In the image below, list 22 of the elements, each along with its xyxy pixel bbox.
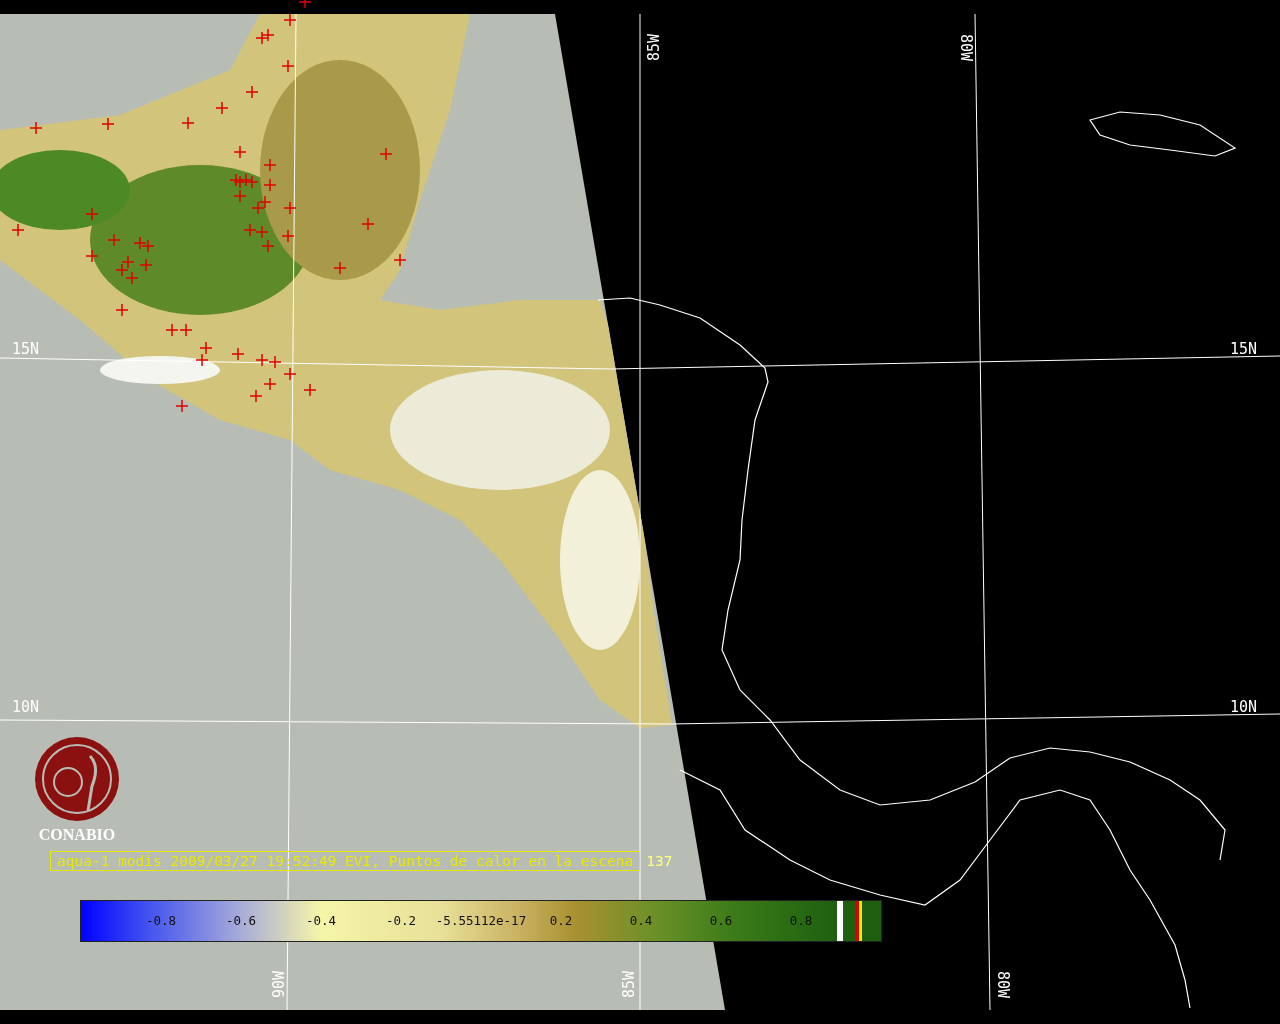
caption-text: aqua-1 modis 2009/03/27 19:52:49 EVI, Puntos de calor en la escena xyxy=(50,851,641,871)
latitude-label: 15N xyxy=(12,342,40,357)
longitude-label: 80W xyxy=(995,970,1011,999)
colorbar-tick-label: 0.6 xyxy=(709,913,733,928)
colorbar-tick-label: -0.2 xyxy=(385,913,417,928)
colorbar-tick-label: 0.2 xyxy=(549,913,573,928)
latitude-label: 15N xyxy=(1230,342,1258,357)
longitude-label: 85W xyxy=(647,33,663,62)
colorbar-tick-label: -0.8 xyxy=(145,913,177,928)
colorbar-tick-label: 0.8 xyxy=(789,913,813,928)
colorbar-tick-label: 0.4 xyxy=(629,913,653,928)
logo-text: CONABIO xyxy=(38,826,116,844)
colorbar-tick-label: -0.4 xyxy=(305,913,337,928)
colorbar-tick-label: -0.6 xyxy=(225,913,257,928)
longitude-label: 85W xyxy=(622,970,638,999)
latitude-label: 10N xyxy=(12,700,40,715)
hotspot-count: 137 xyxy=(646,853,673,869)
colorbar-tick-label: -5.55112e-17 xyxy=(435,913,527,928)
logo-icon xyxy=(34,736,120,822)
longitude-label: 90W xyxy=(272,970,288,999)
latitude-label: 10N xyxy=(1230,700,1258,715)
longitude-label: 80W xyxy=(958,33,974,62)
